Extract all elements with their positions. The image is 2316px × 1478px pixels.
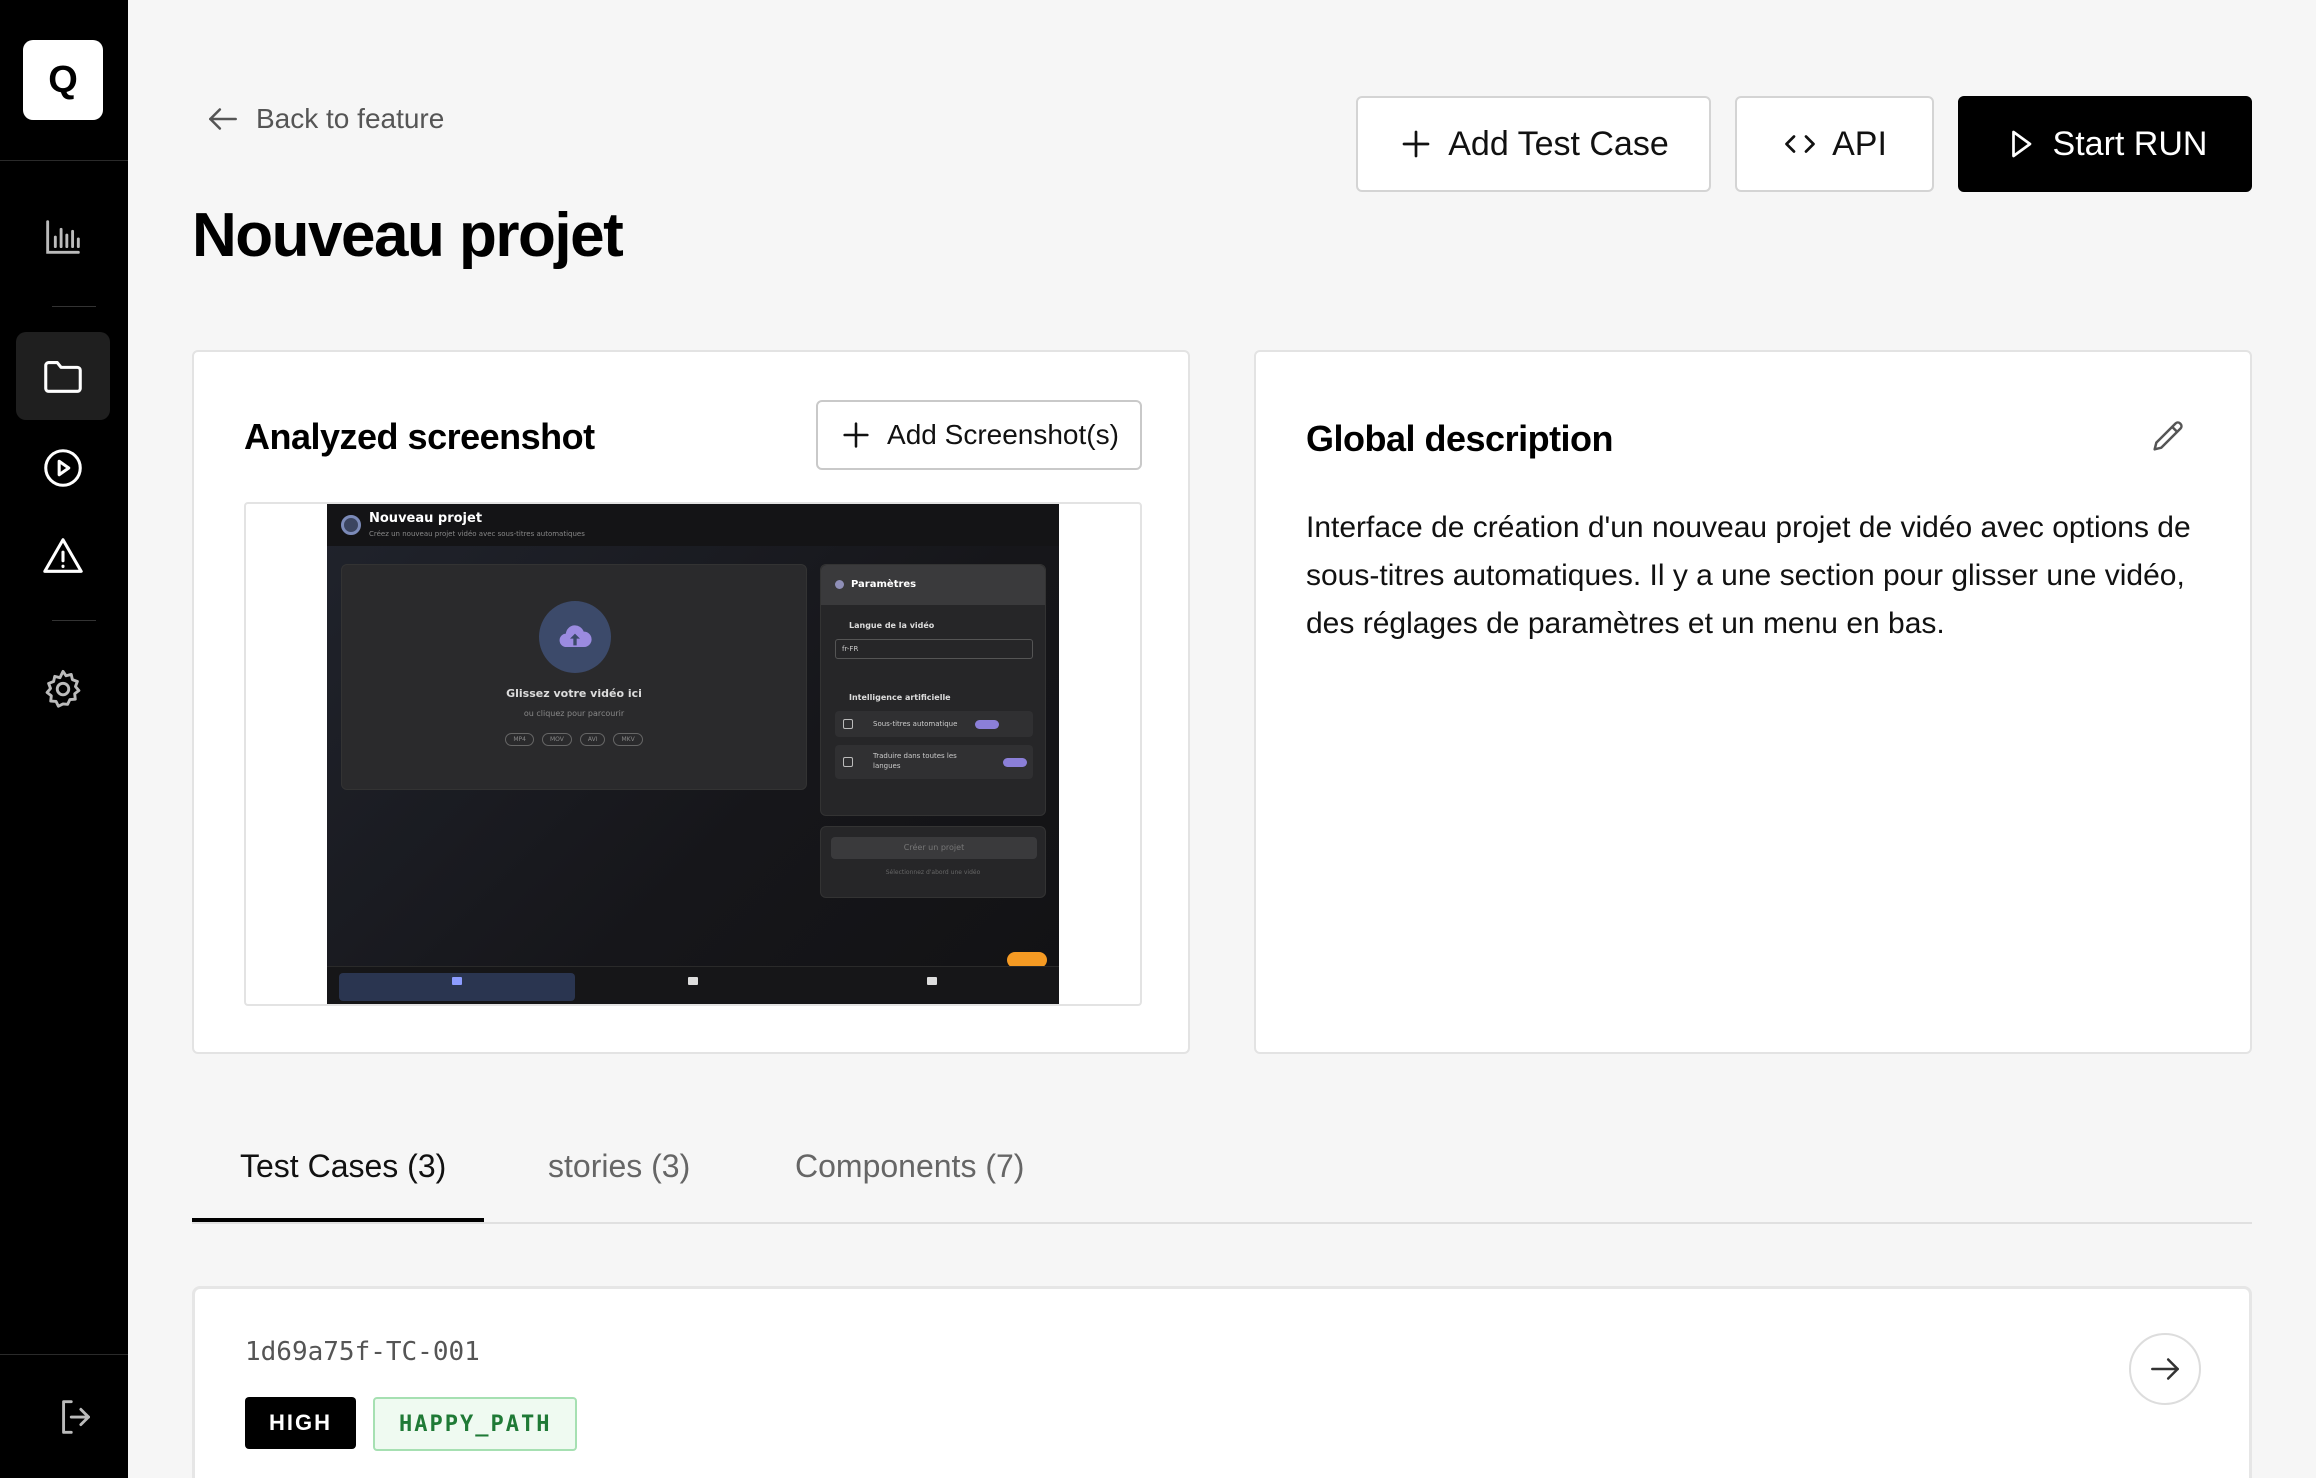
preview-nav-icon: [452, 977, 462, 985]
play-circle-icon: [44, 449, 82, 487]
api-button[interactable]: API: [1735, 96, 1934, 192]
preview-drop-subtitle: ou cliquez pour parcourir: [523, 709, 625, 718]
preview-panel-title: Paramètres: [851, 579, 917, 590]
format-tag: MP4: [505, 733, 534, 746]
analyzed-screenshot-card: Analyzed screenshot Add Screenshot(s) No…: [192, 350, 1190, 1054]
tab-bar: Test Cases (3) stories (3) Components (7…: [192, 1120, 2252, 1224]
code-icon: [1785, 135, 1815, 153]
format-tag: MKV: [613, 733, 643, 746]
test-case-id: 1d69a75f-TC-001: [245, 1337, 480, 1367]
sidebar-item-settings[interactable]: [16, 645, 110, 733]
sidebar-divider: [0, 160, 128, 161]
sidebar-item-issues[interactable]: [16, 512, 110, 600]
global-description-card: Global description Interface de création…: [1254, 350, 2252, 1054]
add-test-case-button[interactable]: Add Test Case: [1356, 96, 1711, 192]
logout-icon: [62, 1400, 90, 1434]
preview-header: Nouveau projet Créez un nouveau projet v…: [327, 504, 1059, 546]
sidebar-separator: [52, 620, 96, 621]
page-title: Nouveau projet: [192, 201, 624, 270]
preview-logo-icon: [341, 515, 361, 535]
preview-nav-icon: [927, 977, 937, 985]
play-icon: [2011, 130, 2031, 158]
preview-gear-icon: [835, 580, 844, 589]
active-tab-indicator: [192, 1218, 484, 1222]
plus-icon: [1402, 130, 1430, 158]
warning-icon: [43, 538, 83, 573]
preview-option-label: Sous-titres automatique: [873, 720, 958, 728]
preview-language-label: Langue de la vidéo: [849, 621, 935, 630]
preview-title: Nouveau projet: [369, 511, 483, 526]
format-tag: AVI: [579, 733, 606, 746]
type-badge: HAPPY_PATH: [373, 1397, 578, 1451]
tab-stories[interactable]: stories (3): [548, 1148, 690, 1224]
app-logo[interactable]: Q: [23, 40, 103, 120]
bar-chart-icon: [46, 220, 80, 254]
sidebar: Q: [0, 0, 128, 1478]
cloud-upload-icon: [539, 601, 611, 673]
sidebar-item-projects[interactable]: [16, 332, 110, 420]
preview-format-tags: MP4 MOV AVI MKV: [342, 733, 806, 746]
preview-pro-badge: [975, 720, 999, 729]
arrow-right-icon: [2151, 1358, 2179, 1380]
start-run-label: Start RUN: [2052, 124, 2208, 163]
tab-test-cases[interactable]: Test Cases (3): [240, 1148, 446, 1224]
global-description-text: Interface de création d'un nouveau proje…: [1306, 511, 2191, 640]
preview-panel-header: Paramètres: [821, 565, 1045, 605]
back-to-feature-link[interactable]: Back to feature: [204, 100, 444, 138]
preview-create-hint: Sélectionnez d'abord une vidéo: [885, 869, 981, 876]
gear-icon: [45, 669, 81, 708]
preview-language-select: fr-FR: [835, 639, 1033, 659]
analyzed-screenshot-title: Analyzed screenshot: [244, 416, 595, 457]
tab-label: Test Cases (3): [240, 1148, 447, 1184]
back-label: Back to feature: [256, 103, 445, 134]
preview-pro-badge: [1003, 758, 1027, 767]
arrow-left-icon: [209, 108, 237, 130]
add-screenshot-button[interactable]: Add Screenshot(s): [816, 400, 1142, 470]
preview-ai-label: Intelligence artificielle: [849, 693, 951, 702]
format-tag: MOV: [541, 733, 572, 746]
sidebar-divider: [0, 1354, 128, 1355]
folder-icon: [44, 361, 82, 393]
api-label: API: [1832, 124, 1887, 163]
preview-create-panel: Créer un projet Sélectionnez d'abord une…: [820, 826, 1046, 898]
test-case-card[interactable]: 1d69a75f-TC-001 HIGH HAPPY_PATH: [192, 1286, 2252, 1478]
preview-subtitle: Créez un nouveau projet vidéo avec sous-…: [369, 530, 585, 538]
screenshot-preview[interactable]: Nouveau projet Créez un nouveau projet v…: [244, 502, 1142, 1006]
tab-label: stories (3): [548, 1148, 691, 1184]
preview-checkbox: [843, 757, 853, 767]
preview-drop-title: Glissez votre vidéo ici: [506, 687, 642, 700]
preview-bottom-nav: [327, 966, 1059, 1004]
preview-checkbox: [843, 719, 853, 729]
add-screenshot-label: Add Screenshot(s): [887, 419, 1119, 450]
start-run-button[interactable]: Start RUN: [1958, 96, 2252, 192]
priority-badge: HIGH: [245, 1397, 356, 1449]
tab-components[interactable]: Components (7): [795, 1148, 1024, 1224]
preview-option-translate: Traduire dans toutes les langues: [835, 745, 1033, 779]
open-test-case-button[interactable]: [2129, 1333, 2201, 1405]
sidebar-item-dashboard[interactable]: [16, 193, 110, 281]
global-description-title: Global description: [1306, 418, 1614, 459]
sidebar-separator: [52, 306, 96, 307]
preview-dropzone: Glissez votre vidéo ici ou cliquez pour …: [341, 564, 807, 790]
sidebar-item-runs[interactable]: [16, 424, 110, 512]
preview-create-button: Créer un projet: [831, 837, 1037, 859]
preview-settings-panel: Paramètres Langue de la vidéo fr-FR Inte…: [820, 564, 1046, 816]
preview-nav-icon: [688, 977, 698, 985]
add-test-case-label: Add Test Case: [1448, 124, 1669, 163]
plus-icon: [843, 422, 869, 448]
preview-option-label: Traduire dans toutes les langues: [873, 752, 957, 770]
logout-button[interactable]: [30, 1373, 124, 1461]
preview-option-subtitles: Sous-titres automatique: [835, 711, 1033, 737]
pencil-icon[interactable]: [2148, 416, 2188, 456]
screenshot-image: Nouveau projet Créez un nouveau projet v…: [327, 504, 1059, 1004]
tab-label: Components (7): [795, 1148, 1025, 1184]
